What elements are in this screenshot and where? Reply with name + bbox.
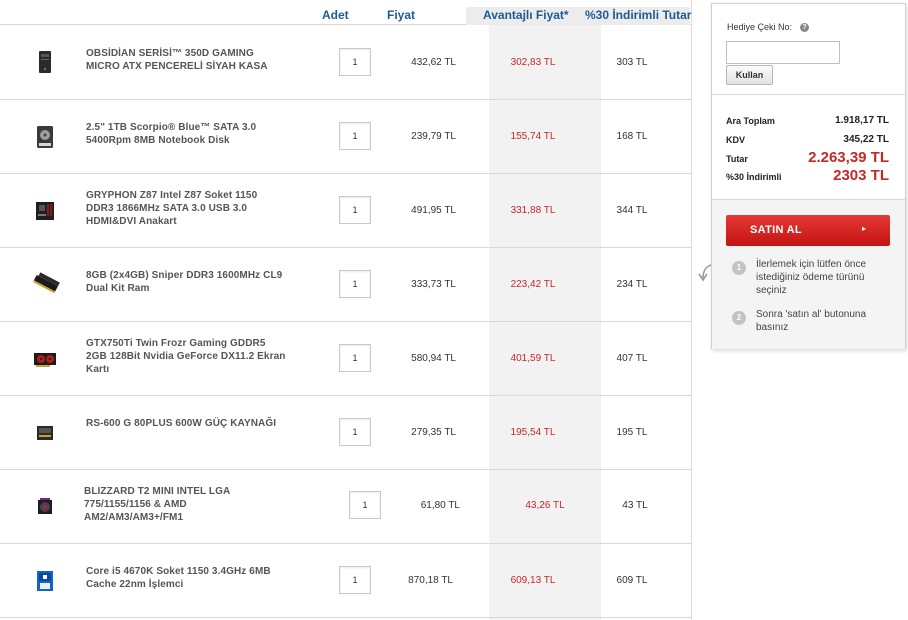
buy-button-label: SATIN AL <box>750 224 802 236</box>
product-name[interactable]: 8GB (2x4GB) Sniper DDR3 1600MHz CL9 Dual… <box>86 269 286 295</box>
advantage-price: 195,54 TL <box>510 427 556 438</box>
product-name[interactable]: 2.5" 1TB Scorpio® Blue™ SATA 3.0 5400Rpm… <box>86 121 286 147</box>
step-2-text: Sonra 'satın al' butonuna basınız <box>756 309 867 333</box>
advantage-price: 609,13 TL <box>510 575 556 586</box>
quantity-input[interactable]: 1 <box>339 344 371 372</box>
hard-disk-icon <box>37 126 53 148</box>
pc-case-icon <box>39 51 51 73</box>
product-price: 870,18 TL <box>408 575 453 586</box>
discounted-price: 195 TL <box>616 427 648 438</box>
product-price: 491,95 TL <box>411 205 456 216</box>
step-1-badge: 1 <box>732 261 746 275</box>
price-header: Fiyat <box>387 8 416 22</box>
discounted-total-value: 2303 TL <box>833 167 889 184</box>
qty-header: Adet <box>322 8 349 22</box>
discounted-total-label: %30 İndirimli <box>726 172 782 182</box>
processor-icon <box>37 571 53 591</box>
ram-icon <box>32 272 60 294</box>
power-supply-icon <box>37 426 53 440</box>
step-2-badge: 2 <box>732 311 746 325</box>
divider <box>712 94 907 95</box>
quantity-input[interactable]: 1 <box>339 418 371 446</box>
advantage-price: 43,26 TL <box>525 500 565 511</box>
product-name[interactable]: OBSİDİAN SERİSİ™ 350D GAMING MICRO ATX P… <box>86 47 286 73</box>
product-price: 333,73 TL <box>411 279 456 290</box>
product-price: 279,35 TL <box>411 427 456 438</box>
subtotal-value: 1.918,17 TL <box>835 115 889 126</box>
quantity-input[interactable]: 1 <box>339 566 371 594</box>
discounted-price: 168 TL <box>616 131 648 142</box>
quantity-input[interactable]: 1 <box>349 491 381 519</box>
quantity-input[interactable]: 1 <box>339 48 371 76</box>
product-price: 61,80 TL <box>420 500 460 511</box>
advantage-price: 401,59 TL <box>510 353 556 364</box>
subtotal-label: Ara Toplam <box>726 116 775 126</box>
discount-header: %30 İndirimli Tutar <box>585 8 692 22</box>
checkout-panel: Hediye Çeki No: ? Kullan Ara Toplam 1.91… <box>711 3 907 349</box>
cart-table: Adet Fiyat Avantajlı Fiyat* %30 İndiriml… <box>0 0 692 620</box>
motherboard-icon <box>36 202 54 220</box>
table-header: Adet Fiyat Avantajlı Fiyat* %30 İndiriml… <box>0 0 692 25</box>
help-icon[interactable]: ? <box>800 23 809 32</box>
table-row: GTX750Ti Twin Frozr Gaming GDDR5 2GB 128… <box>0 322 692 396</box>
table-row: GRYPHON Z87 Intel Z87 Soket 1150 DDR3 18… <box>0 174 692 248</box>
table-row: OBSİDİAN SERİSİ™ 350D GAMING MICRO ATX P… <box>0 25 692 100</box>
vat-value: 345,22 TL <box>843 134 889 145</box>
buy-button[interactable]: SATIN AL ▸ <box>726 215 890 246</box>
discounted-price: 303 TL <box>616 57 648 68</box>
product-price: 239,79 TL <box>411 131 456 142</box>
product-name[interactable]: GTX750Ti Twin Frozr Gaming GDDR5 2GB 128… <box>86 337 286 376</box>
total-label: Tutar <box>726 154 748 164</box>
gift-voucher-label: Hediye Çeki No: <box>727 22 793 32</box>
total-value: 2.263,39 TL <box>808 149 889 166</box>
product-name[interactable]: RS-600 G 80PLUS 600W GÜÇ KAYNAĞI <box>86 417 286 430</box>
discounted-price: 344 TL <box>616 205 648 216</box>
arrow-right-icon: ▸ <box>861 224 866 233</box>
step-1-text: İlerlemek için lütfen önce istediğiniz ö… <box>756 259 867 296</box>
gift-voucher-input[interactable] <box>726 41 840 64</box>
quantity-input[interactable]: 1 <box>339 270 371 298</box>
table-row: Core i5 4670K Soket 1150 3.4GHz 6MB Cach… <box>0 544 692 618</box>
quantity-input[interactable]: 1 <box>339 122 371 150</box>
table-row: 8GB (2x4GB) Sniper DDR3 1600MHz CL9 Dual… <box>0 248 692 322</box>
discounted-price: 609 TL <box>616 575 648 586</box>
product-name[interactable]: Core i5 4670K Soket 1150 3.4GHz 6MB Cach… <box>86 565 286 591</box>
product-price: 432,62 TL <box>411 57 456 68</box>
advantage-price-header: Avantajlı Fiyat* <box>483 8 569 22</box>
discounted-price: 407 TL <box>616 353 648 364</box>
product-name[interactable]: BLIZZARD T2 MINI INTEL LGA 775/1155/1156… <box>84 485 284 524</box>
quantity-input[interactable]: 1 <box>339 196 371 224</box>
table-row: 2.5" 1TB Scorpio® Blue™ SATA 3.0 5400Rpm… <box>0 100 692 174</box>
product-name[interactable]: GRYPHON Z87 Intel Z87 Soket 1150 DDR3 18… <box>86 189 286 228</box>
advantage-price: 302,83 TL <box>510 57 556 68</box>
discounted-price: 234 TL <box>616 279 648 290</box>
table-row: RS-600 G 80PLUS 600W GÜÇ KAYNAĞI 1 279,3… <box>0 396 692 470</box>
product-price: 580,94 TL <box>411 353 456 364</box>
advantage-price: 223,42 TL <box>510 279 556 290</box>
graphics-card-icon <box>34 353 56 367</box>
advantage-price: 331,88 TL <box>510 205 556 216</box>
cpu-cooler-icon <box>38 498 52 514</box>
vat-label: KDV <box>726 135 746 145</box>
advantage-price: 155,74 TL <box>510 131 556 142</box>
discounted-price: 43 TL <box>622 500 648 511</box>
table-row: BLIZZARD T2 MINI INTEL LGA 775/1155/1156… <box>0 470 692 544</box>
use-voucher-button[interactable]: Kullan <box>726 65 773 85</box>
divider <box>712 199 907 200</box>
